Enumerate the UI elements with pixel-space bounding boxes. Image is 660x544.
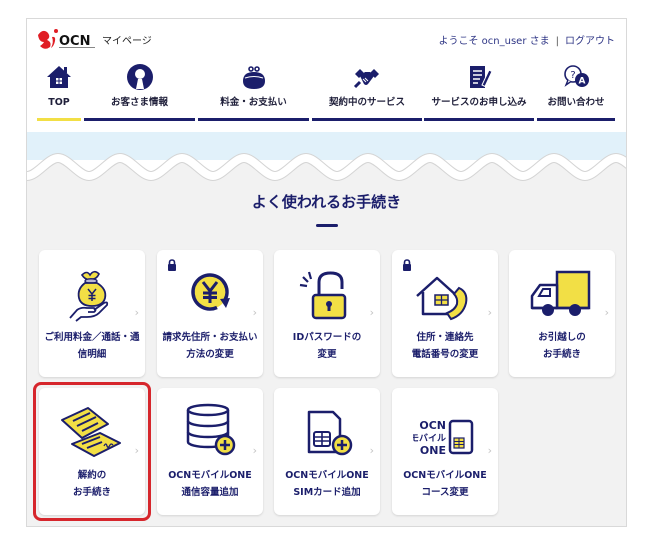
card-label-line: OCNモバイルONE xyxy=(168,470,252,481)
chevron-right-icon: › xyxy=(252,444,257,457)
card-label: OCNモバイルONE SIMカード追加 xyxy=(274,467,380,501)
icon-text-one: ONE xyxy=(420,444,446,457)
tab-contact[interactable]: ? A お問い合わせ xyxy=(537,63,615,121)
chevron-right-icon: › xyxy=(134,306,139,319)
truck-icon xyxy=(530,270,591,316)
title-underline xyxy=(316,224,338,227)
card-label-line: OCNモバイルONE xyxy=(403,470,487,481)
tab-label: 契約中のサービス xyxy=(328,97,405,108)
card-label-line: 通信容量追加 xyxy=(181,487,239,498)
tab-underline xyxy=(312,118,422,121)
card-label: IDパスワードの 変更 xyxy=(274,329,380,363)
document-pen-icon xyxy=(470,66,493,88)
ocn-logo[interactable]: OCN xyxy=(35,26,101,52)
card-label: 請求先住所・お支払い 方法の変更 xyxy=(157,329,263,363)
lock-icon xyxy=(403,259,411,271)
card-course-change[interactable]: OCN モバイル ONE › OCNモバイルONE コース変更 xyxy=(392,388,498,515)
tab-billing[interactable]: 料金・お支払い xyxy=(198,63,309,121)
card-label-line: コース変更 xyxy=(421,487,469,498)
wave-divider xyxy=(27,132,626,190)
card-label-line: 方法の変更 xyxy=(186,349,234,360)
card-label-line: お手続き xyxy=(542,349,581,360)
card-label-line: ご利用料金／通話・通 xyxy=(44,332,140,343)
answer-glyph: A xyxy=(579,77,586,87)
welcome-text: ようこそ ocn_user さま xyxy=(438,36,550,47)
tab-service-application[interactable]: サービスのお申し込み xyxy=(424,63,534,121)
section-title: よく使われるお手続き xyxy=(251,193,402,211)
chevron-right-icon: › xyxy=(134,444,139,457)
tab-contracted-services[interactable]: 契約中のサービス xyxy=(312,63,422,121)
open-padlock-icon xyxy=(299,271,347,320)
card-label-line: 請求先住所・お支払い xyxy=(162,332,258,343)
money-bag-icon xyxy=(69,270,109,322)
user-circle-icon xyxy=(126,64,153,90)
yen-cycle-icon xyxy=(191,273,230,311)
tab-label: お客さま情報 xyxy=(110,97,168,108)
card-label: 住所・連絡先 電話番号の変更 xyxy=(392,329,498,363)
chevron-right-icon: › xyxy=(369,306,374,319)
question-answer-icon: ? A xyxy=(564,65,589,87)
logout-link[interactable]: ログアウト xyxy=(565,36,615,47)
card-label-line: 変更 xyxy=(317,349,337,360)
tab-label: お問い合わせ xyxy=(547,97,605,108)
card-label: お引越しの お手続き xyxy=(509,329,615,363)
logo-brand-text: OCN xyxy=(59,34,90,49)
tab-underline xyxy=(424,118,534,121)
card-id-password[interactable]: › IDパスワードの 変更 xyxy=(274,250,380,377)
house-phone-icon xyxy=(416,276,468,321)
card-label-line: OCNモバイルONE xyxy=(285,470,369,481)
card-cancellation[interactable]: › 解約の お手続き xyxy=(39,388,145,515)
contract-papers-icon xyxy=(61,407,121,457)
chevron-right-icon: › xyxy=(487,306,492,319)
tab-underline xyxy=(84,118,195,121)
database-plus-icon xyxy=(186,403,236,456)
card-address-contact[interactable]: › 住所・連絡先 電話番号の変更 xyxy=(392,250,498,377)
card-billing-address-payment[interactable]: › 請求先住所・お支払い 方法の変更 xyxy=(157,250,263,377)
tab-underline xyxy=(198,118,309,121)
card-billing-details[interactable]: › ご利用料金／通話・通 信明細 xyxy=(39,250,145,377)
lock-icon xyxy=(168,259,176,271)
card-label: OCNモバイルONE コース変更 xyxy=(392,467,498,501)
tab-label: サービスのお申し込み xyxy=(431,97,527,108)
chevron-right-icon: › xyxy=(604,306,609,319)
icon-text-mobile: モバイル xyxy=(413,433,446,444)
tab-underline xyxy=(537,118,615,121)
sim-plus-icon xyxy=(307,410,353,456)
separator: | xyxy=(555,36,559,47)
ocn-mobile-one-sim-icon: OCN モバイル ONE xyxy=(413,419,474,457)
mypage-frame: OCN マイページ ようこそ ocn_user さま | ログアウト TOP お客さ… xyxy=(26,18,627,527)
handshake-icon xyxy=(353,69,379,89)
home-icon xyxy=(47,66,71,88)
card-label-line: お引越しの xyxy=(538,332,586,343)
site-title: マイページ xyxy=(102,36,152,47)
card-label: OCNモバイルONE 通信容量追加 xyxy=(157,467,263,501)
tab-top[interactable]: TOP xyxy=(37,63,81,121)
card-label-line: 解約の xyxy=(77,470,107,481)
card-sim-add[interactable]: › OCNモバイルONE SIMカード追加 xyxy=(274,388,380,515)
chevron-right-icon: › xyxy=(369,444,374,457)
icon-text-ocn: OCN xyxy=(419,419,446,432)
card-label-line: SIMカード追加 xyxy=(293,487,361,498)
tab-customer-info[interactable]: お客さま情報 xyxy=(84,63,195,121)
card-label-line: 住所・連絡先 xyxy=(416,332,474,343)
card-data-add[interactable]: › OCNモバイルONE 通信容量追加 xyxy=(157,388,263,515)
chevron-right-icon: › xyxy=(252,306,257,319)
card-label-line: 電話番号の変更 xyxy=(411,349,479,360)
card-label-line: お手続き xyxy=(72,487,111,498)
tab-underline-active xyxy=(37,118,81,121)
user-bar: ようこそ ocn_user さま | ログアウト xyxy=(439,32,616,47)
card-label: ご利用料金／通話・通 信明細 xyxy=(39,329,145,363)
tab-label: 料金・お支払い xyxy=(220,97,287,108)
chevron-right-icon: › xyxy=(487,444,492,457)
question-glyph: ? xyxy=(570,70,575,81)
card-moving[interactable]: › お引越しの お手続き xyxy=(509,250,615,377)
card-label-line: IDパスワードの xyxy=(292,332,362,343)
coin-purse-icon xyxy=(242,66,265,89)
card-label: 解約の お手続き xyxy=(39,467,145,501)
card-label-line: 信明細 xyxy=(77,349,107,360)
